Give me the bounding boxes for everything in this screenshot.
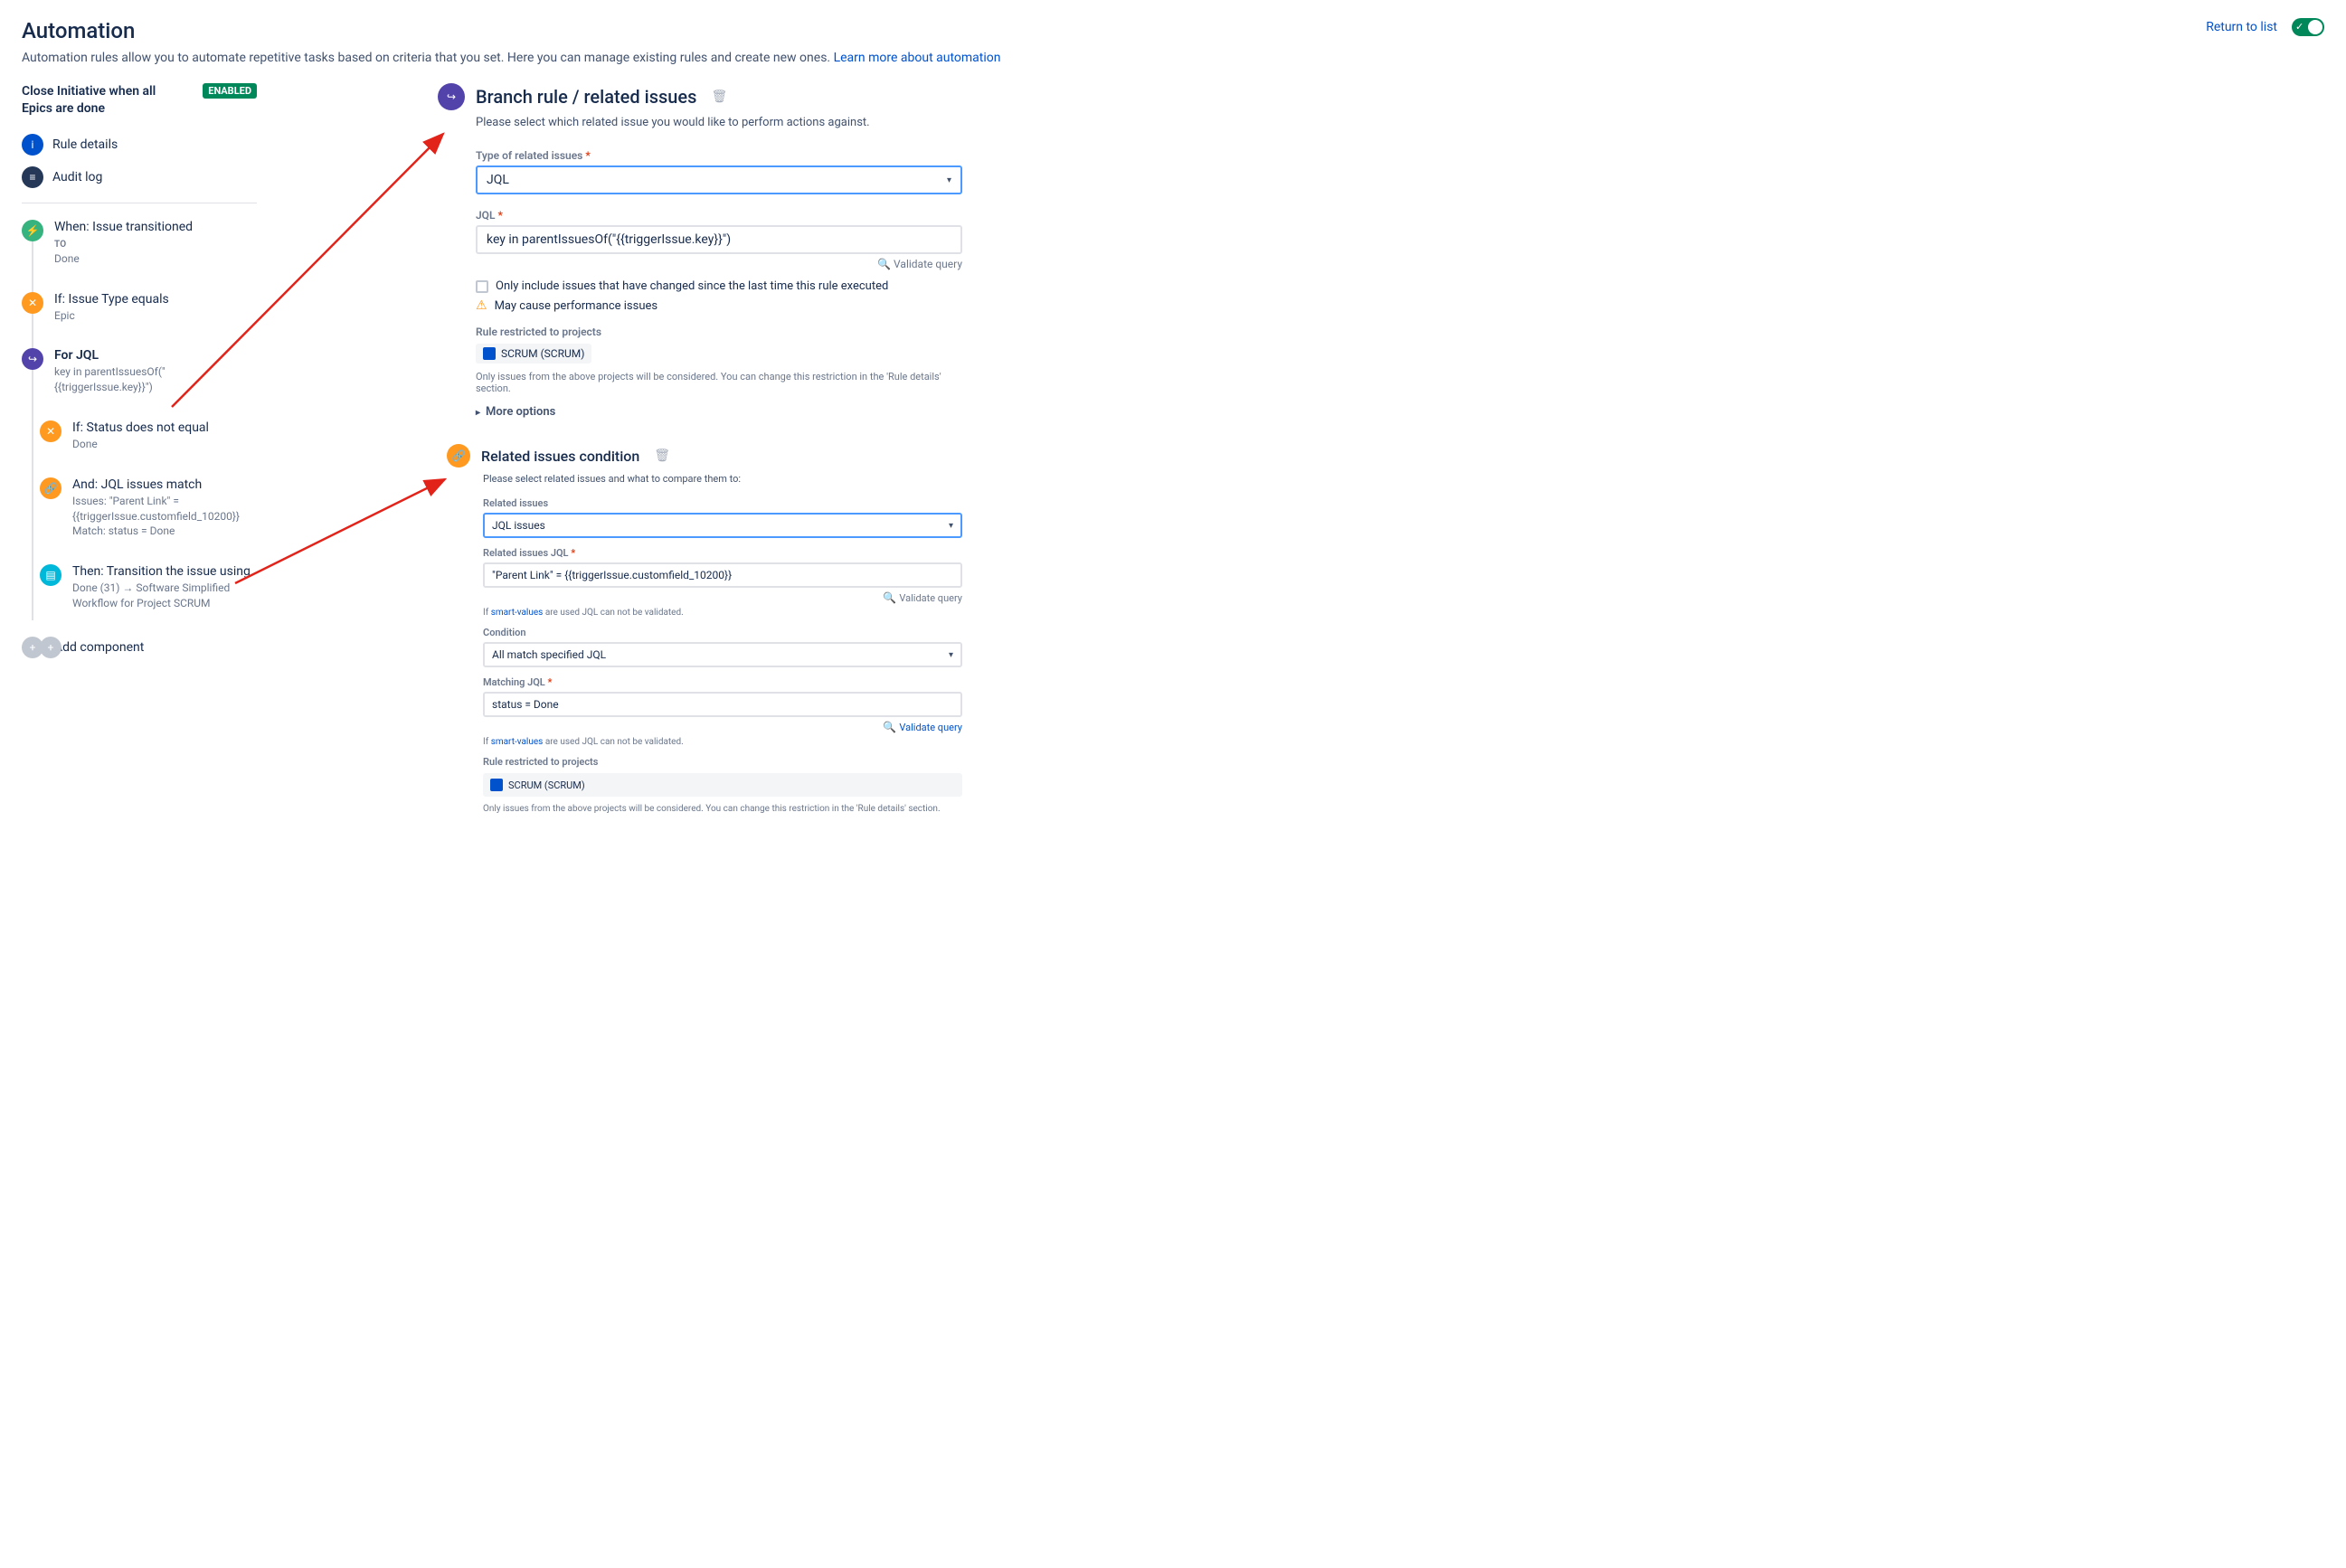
- label-jql: JQL *: [476, 209, 962, 222]
- panel-desc: Please select which related issue you wo…: [476, 116, 962, 129]
- link-icon: 🔗: [40, 477, 61, 499]
- chevron-down-icon: ▾: [949, 521, 953, 531]
- learn-more-link[interactable]: Learn more about automation: [834, 51, 1001, 65]
- label-only-changed: Only include issues that have changed si…: [496, 279, 888, 293]
- search-icon: 🔍: [877, 258, 891, 270]
- page-subtitle: Automation rules allow you to automate r…: [22, 51, 2324, 65]
- input-jql[interactable]: [476, 225, 962, 254]
- chevron-right-icon: ▸: [476, 408, 480, 418]
- label-restricted: Rule restricted to projects: [476, 326, 962, 338]
- step-trigger[interactable]: ⚡ When: Issue transitioned TO Done: [22, 220, 257, 267]
- link-icon: 🔗: [447, 444, 470, 468]
- check-icon: ✓: [2295, 21, 2303, 33]
- panel-title-branch: Branch rule / related issues: [476, 86, 696, 108]
- nav-audit-log[interactable]: ≡ Audit log: [22, 161, 257, 194]
- trigger-icon: ⚡: [22, 220, 43, 241]
- label-matching-jql: Matching JQL *: [483, 676, 962, 688]
- step-condition-issuetype[interactable]: ✕ If: Issue Type equals Epic: [22, 292, 257, 324]
- rule-name: Close Initiative when all Epics are done: [22, 83, 175, 118]
- chevron-down-icon: ▾: [947, 175, 951, 185]
- action-icon: ▤: [40, 564, 61, 586]
- search-icon: 🔍: [883, 721, 896, 733]
- nav-rule-details[interactable]: i Rule details: [22, 128, 257, 161]
- rule-enabled-toggle[interactable]: ✓: [2292, 18, 2324, 36]
- select-related-issues[interactable]: JQL issues ▾: [483, 513, 962, 538]
- step-condition-status[interactable]: ✕ If: Status does not equal Done: [22, 420, 257, 452]
- step-condition-jqlmatch[interactable]: 🔗 And: JQL issues match Issues: "Parent …: [22, 477, 257, 539]
- warning-icon: ⚠: [476, 298, 487, 313]
- label-related-issues: Related issues: [483, 497, 962, 509]
- project-badge-icon: [490, 779, 503, 791]
- smart-values-link[interactable]: smart-values: [491, 737, 544, 747]
- branch-icon: ↪: [22, 348, 43, 370]
- smart-values-link[interactable]: smart-values: [491, 608, 544, 618]
- label-type-related: Type of related issues *: [476, 149, 962, 162]
- select-condition[interactable]: All match specified JQL ▾: [483, 642, 962, 667]
- more-options-toggle[interactable]: ▸More options: [476, 405, 962, 419]
- checkbox-only-changed[interactable]: [476, 280, 488, 293]
- plus-icon: +: [40, 637, 61, 658]
- project-chip: SCRUM (SCRUM): [476, 344, 591, 364]
- step-branch-jql[interactable]: ↪ For JQL key in parentIssuesOf(" {{trig…: [22, 348, 257, 395]
- panel-title-related-cond: Related issues condition: [481, 448, 639, 465]
- warn-text: May cause performance issues: [495, 299, 658, 313]
- trash-icon[interactable]: 🗑: [711, 90, 727, 104]
- validate-query-link[interactable]: Validate query: [894, 258, 962, 270]
- restricted-hint: Only issues from the above projects will…: [483, 804, 962, 814]
- return-to-list-link[interactable]: Return to list: [2206, 20, 2277, 34]
- input-matching-jql[interactable]: [483, 692, 962, 717]
- status-badge: ENABLED: [203, 83, 257, 99]
- list-icon: ≡: [22, 166, 43, 188]
- restricted-hint: Only issues from the above projects will…: [476, 371, 962, 394]
- input-related-jql[interactable]: [483, 562, 962, 588]
- smart-values-note: If smart-values are used JQL can not be …: [483, 608, 962, 618]
- select-type-related[interactable]: JQL ▾: [476, 165, 962, 194]
- shuffle-icon: ✕: [22, 292, 43, 314]
- branch-icon: ↪: [438, 83, 465, 110]
- label-condition: Condition: [483, 627, 962, 638]
- validate-query-link[interactable]: Validate query: [899, 592, 962, 604]
- page-title: Automation: [22, 18, 135, 43]
- label-related-jql: Related issues JQL *: [483, 547, 962, 559]
- trash-icon[interactable]: 🗑: [654, 449, 670, 463]
- info-icon: i: [22, 134, 43, 156]
- search-icon: 🔍: [883, 591, 896, 604]
- label-restricted: Rule restricted to projects: [483, 756, 962, 768]
- step-action-transition[interactable]: ▤ Then: Transition the issue using Done …: [22, 564, 257, 611]
- shuffle-icon: ✕: [40, 420, 61, 442]
- validate-query-link[interactable]: Validate query: [899, 722, 962, 733]
- smart-values-note: If smart-values are used JQL can not be …: [483, 737, 962, 747]
- project-box: SCRUM (SCRUM): [483, 773, 962, 797]
- panel-desc2: Please select related issues and what to…: [483, 473, 962, 485]
- project-badge-icon: [483, 347, 496, 360]
- chevron-down-icon: ▾: [949, 650, 953, 660]
